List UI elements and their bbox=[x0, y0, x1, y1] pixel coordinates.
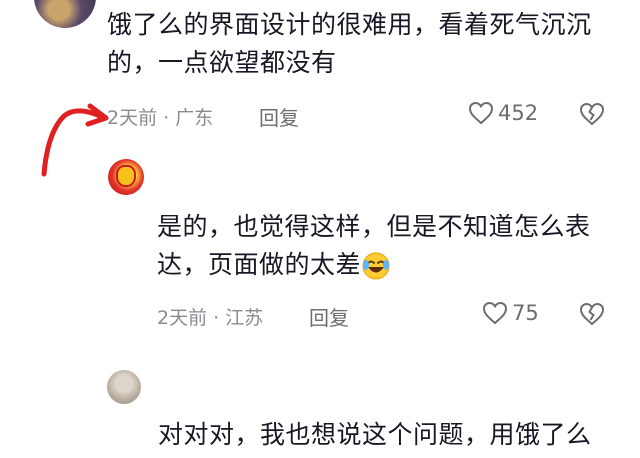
comment-text-3: 对对对，我也想说这个问题，用饿了么 bbox=[158, 420, 592, 449]
like-button-1[interactable]: 452 bbox=[468, 101, 538, 125]
user-avatar-3[interactable] bbox=[107, 370, 141, 404]
reply-button-2[interactable]: 回复 bbox=[309, 302, 349, 331]
user-avatar-2[interactable] bbox=[108, 159, 144, 195]
reply-button-1[interactable]: 回复 bbox=[259, 102, 299, 131]
comment-meta-1: 2天前 · 广东 bbox=[107, 107, 214, 129]
comment-meta-2: 2天前 · 江苏 bbox=[157, 307, 264, 329]
like-button-2[interactable]: 75 bbox=[482, 301, 539, 325]
laughing-emoji-icon bbox=[362, 252, 390, 280]
broken-heart-icon[interactable] bbox=[579, 102, 605, 126]
comment-text-2: 是的，也觉得这样，但是不知道怎么表达，页面做的太差 bbox=[157, 208, 627, 284]
user-avatar-1[interactable] bbox=[34, 0, 96, 28]
like-count-1: 452 bbox=[498, 101, 539, 125]
like-count-2: 75 bbox=[512, 301, 539, 325]
heart-outline-icon bbox=[482, 301, 508, 325]
broken-heart-icon[interactable] bbox=[579, 302, 605, 326]
comment-text-1: 饿了么的界面设计的很难用，看着死气沉沉的，一点欲望都没有 bbox=[107, 10, 592, 77]
heart-outline-icon bbox=[468, 101, 494, 125]
